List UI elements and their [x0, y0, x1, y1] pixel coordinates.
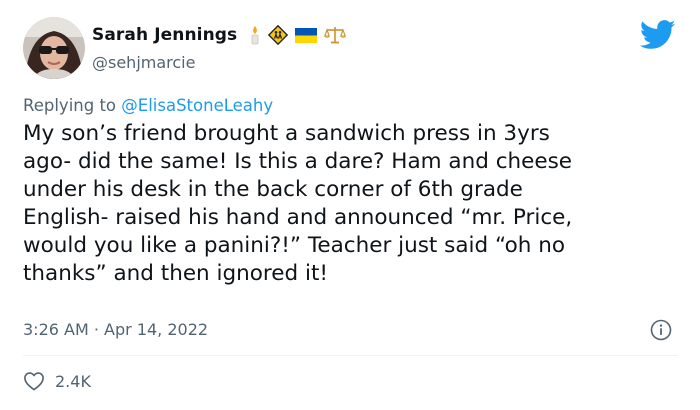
twitter-bird-icon[interactable]	[640, 20, 676, 50]
avatar-image	[23, 17, 85, 79]
info-icon[interactable]	[650, 319, 672, 341]
tweet-text-line: thanks” and then ignored it!	[23, 261, 329, 286]
heart-icon[interactable]	[23, 371, 45, 391]
avatar[interactable]	[23, 17, 85, 79]
replying-to-line: Replying to @ElisaStoneLeahy	[23, 96, 273, 115]
tweet-text-line: would you like a panini?!” Teacher just …	[23, 233, 565, 258]
tweet-timestamp[interactable]: 3:26 AM · Apr 14, 2022	[23, 320, 208, 339]
divider	[23, 355, 678, 356]
tweet-text: My son’s friend brought a sandwich press…	[23, 120, 688, 288]
tweet-text-line: under his desk in the back corner of 6th…	[23, 177, 523, 202]
timestamp-separator: ·	[93, 320, 99, 339]
like-action[interactable]: 2.4K	[23, 371, 91, 391]
author-badges	[249, 25, 347, 45]
reply-mention-link[interactable]: @ElisaStoneLeahy	[121, 96, 273, 115]
replying-to-label: Replying to	[23, 96, 117, 115]
candle-icon	[249, 25, 261, 45]
author-display-name[interactable]: Sarah Jennings	[92, 25, 237, 45]
author-name-row: Sarah Jennings	[92, 24, 347, 46]
author-handle[interactable]: @sehjmarcie	[92, 53, 195, 72]
balance-scale-icon	[324, 26, 347, 44]
tweet-date: Apr 14, 2022	[104, 320, 209, 339]
tweet-text-line: ago- did the same! Is this a dare? Ham a…	[23, 149, 573, 174]
tweet-text-line: English- raised his hand and announced “…	[23, 205, 573, 230]
ukraine-flag-icon	[295, 27, 318, 43]
like-count: 2.4K	[55, 371, 91, 391]
school-crossing-sign-icon	[268, 25, 289, 45]
tweet-time: 3:26 AM	[23, 320, 89, 339]
tweet-card: Sarah Jennings @sehjmarcie Replying to @…	[0, 0, 700, 410]
tweet-text-line: My son’s friend brought a sandwich press…	[23, 121, 550, 146]
